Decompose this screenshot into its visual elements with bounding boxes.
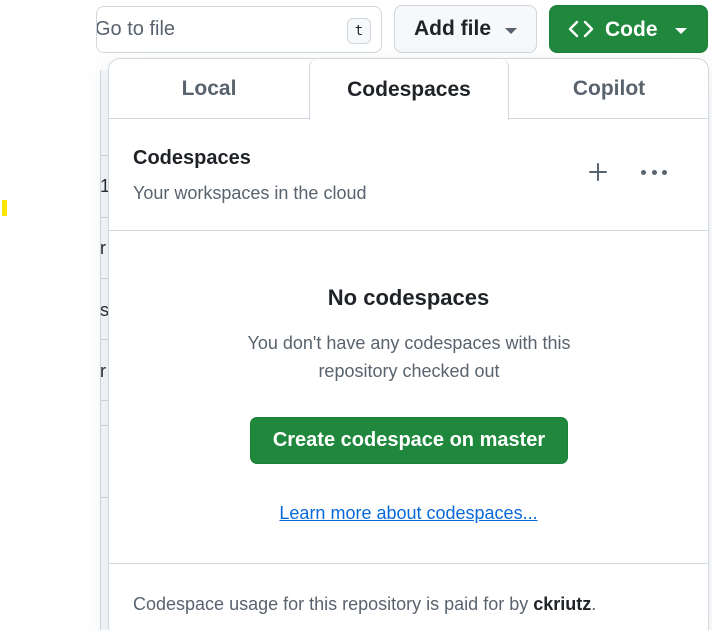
- plus-icon[interactable]: [587, 161, 609, 183]
- usage-footer-text: Codespace usage for this repository is p…: [133, 594, 596, 615]
- billing-user: ckriutz: [533, 594, 592, 614]
- empty-state-title: No codespaces: [327, 285, 490, 310]
- highlight-marker: [2, 200, 7, 216]
- add-file-label: Add file: [414, 17, 491, 40]
- create-codespace-button[interactable]: Create codespace on master: [250, 417, 568, 464]
- tab-local[interactable]: Local: [109, 59, 309, 119]
- page-background: [0, 0, 110, 630]
- code-brackets-icon: [568, 20, 594, 38]
- shortcut-hint: t: [347, 18, 371, 44]
- learn-more-link-text[interactable]: Learn more about codespaces...: [279, 503, 537, 523]
- dropdown-tabs: Local Codespaces Copilot: [109, 59, 708, 120]
- learn-more-link: Learn more about codespaces...: [109, 503, 708, 524]
- tab-codespaces[interactable]: Codespaces: [309, 59, 509, 120]
- dot: [651, 169, 657, 175]
- usage-footer: Codespace usage for this repository is p…: [109, 563, 708, 630]
- triangle-down-icon: [505, 28, 517, 34]
- code-dropdown-panel: Local Codespaces Copilot Codespaces Your…: [108, 58, 709, 630]
- add-file-button[interactable]: Add file: [394, 5, 537, 53]
- triangle-down-icon: [675, 28, 687, 34]
- empty-state-description: You don't have any codespaces with this …: [247, 333, 571, 381]
- kebab-horizontal-icon[interactable]: [639, 161, 669, 183]
- go-to-file-input[interactable]: Go to file t: [96, 6, 382, 53]
- tab-copilot[interactable]: Copilot: [509, 59, 708, 119]
- codespaces-header: Codespaces Your workspaces in the cloud: [109, 119, 708, 231]
- code-button[interactable]: Code: [549, 5, 708, 53]
- codespaces-title: Codespaces: [133, 147, 251, 169]
- codespaces-subtitle: Your workspaces in the cloud: [133, 183, 367, 203]
- go-to-file-placeholder: Go to file: [96, 18, 176, 40]
- usage-footer-prefix: Codespace usage for this repository is p…: [133, 594, 534, 614]
- dot: [641, 169, 646, 175]
- usage-footer-suffix: .: [591, 594, 597, 614]
- code-button-label: Code: [605, 18, 658, 41]
- dot: [662, 169, 667, 175]
